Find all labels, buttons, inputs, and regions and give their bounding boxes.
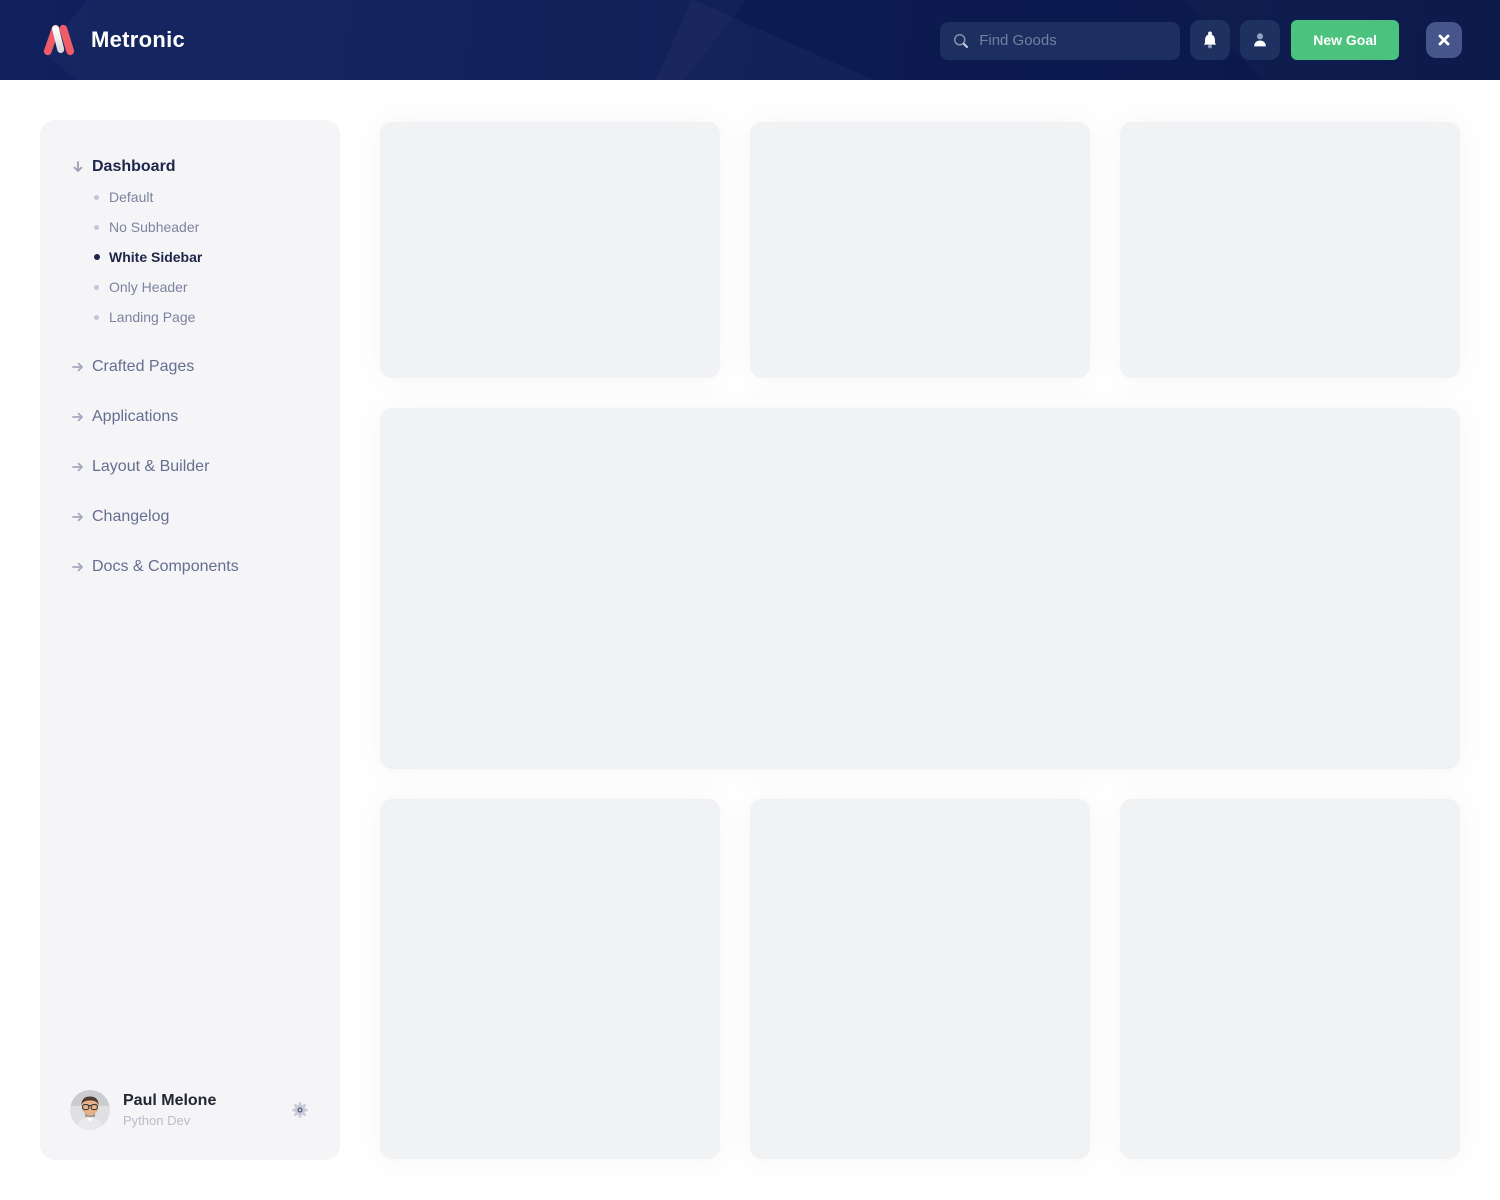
sidebar-item-applications[interactable]: Applications (70, 402, 322, 432)
placeholder-card (750, 799, 1090, 1159)
close-button[interactable] (1426, 22, 1462, 58)
sidebar-subitem-label: White Sidebar (109, 249, 203, 265)
arrow-right-icon (70, 509, 92, 525)
arrow-right-icon (70, 409, 92, 425)
brand-logo[interactable]: Metronic (40, 0, 185, 80)
sidebar-subitem-white-sidebar[interactable]: White Sidebar (70, 242, 322, 272)
placeholder-card (1120, 122, 1460, 378)
bullet-icon (94, 224, 99, 230)
sidebar-subitem-only-header[interactable]: Only Header (70, 272, 322, 302)
sidebar-subitem-landing-page[interactable]: Landing Page (70, 302, 322, 332)
brand-name: Metronic (91, 27, 186, 52)
arrow-right-icon (70, 459, 92, 475)
sidebar-subitem-no-subheader[interactable]: No Subheader (70, 212, 322, 242)
placeholder-card-wide (380, 408, 1460, 769)
search-input[interactable] (979, 32, 1169, 49)
profile-name: Paul Melone (123, 1092, 217, 1109)
sidebar-item-label: Crafted Pages (92, 358, 195, 375)
bullet-icon (94, 254, 100, 260)
sidebar-subitem-label: Only Header (109, 279, 188, 295)
bell-icon (1199, 29, 1221, 51)
placeholder-card (380, 122, 720, 378)
gear-icon (290, 1100, 310, 1120)
sidebar: Dashboard Default No Subheader White Sid… (40, 120, 340, 1160)
profile-role: Python Dev (123, 1113, 191, 1128)
notifications-button[interactable] (1190, 20, 1231, 60)
bullet-icon (94, 194, 99, 200)
placeholder-card (380, 799, 720, 1159)
sidebar-profile: Paul Melone Python Dev (70, 1090, 310, 1130)
sidebar-subitem-label: No Subheader (109, 219, 200, 235)
arrow-right-icon (70, 559, 92, 575)
placeholder-card (1120, 799, 1460, 1159)
sidebar-item-layout-builder[interactable]: Layout & Builder (70, 452, 322, 482)
sidebar-subitem-label: Landing Page (109, 309, 196, 325)
sidebar-item-label: Changelog (92, 508, 170, 525)
new-goal-button[interactable]: New Goal (1291, 20, 1399, 60)
search-icon (952, 32, 970, 50)
avatar (70, 1090, 110, 1130)
arrow-right-icon (70, 359, 92, 375)
sidebar-item-crafted-pages[interactable]: Crafted Pages (70, 352, 322, 382)
sidebar-item-label: Dashboard (92, 158, 176, 175)
bullet-icon (94, 314, 99, 320)
sidebar-subitem-label: Default (109, 189, 154, 205)
user-icon (1249, 29, 1271, 51)
sidebar-item-label: Layout & Builder (92, 458, 210, 475)
sidebar-item-dashboard[interactable]: Dashboard (70, 152, 322, 182)
search-box[interactable] (940, 21, 1181, 60)
sidebar-item-changelog[interactable]: Changelog (70, 502, 322, 532)
arrow-down-icon (70, 159, 92, 175)
sidebar-item-label: Docs & Components (92, 558, 239, 575)
placeholder-card (750, 122, 1090, 378)
sidebar-subitem-default[interactable]: Default (70, 182, 322, 212)
close-icon (1436, 32, 1452, 48)
profile-button[interactable] (1240, 20, 1281, 60)
metronic-logo-icon (40, 21, 78, 59)
profile-settings-button[interactable] (290, 1100, 310, 1120)
sidebar-item-docs-components[interactable]: Docs & Components (70, 552, 322, 582)
bullet-icon (94, 284, 99, 290)
sidebar-item-label: Applications (92, 408, 179, 425)
sidebar-nav: Dashboard Default No Subheader White Sid… (70, 152, 322, 582)
header-actions: New Goal (940, 20, 1462, 60)
profile-info: Paul Melone Python Dev (123, 1092, 290, 1128)
